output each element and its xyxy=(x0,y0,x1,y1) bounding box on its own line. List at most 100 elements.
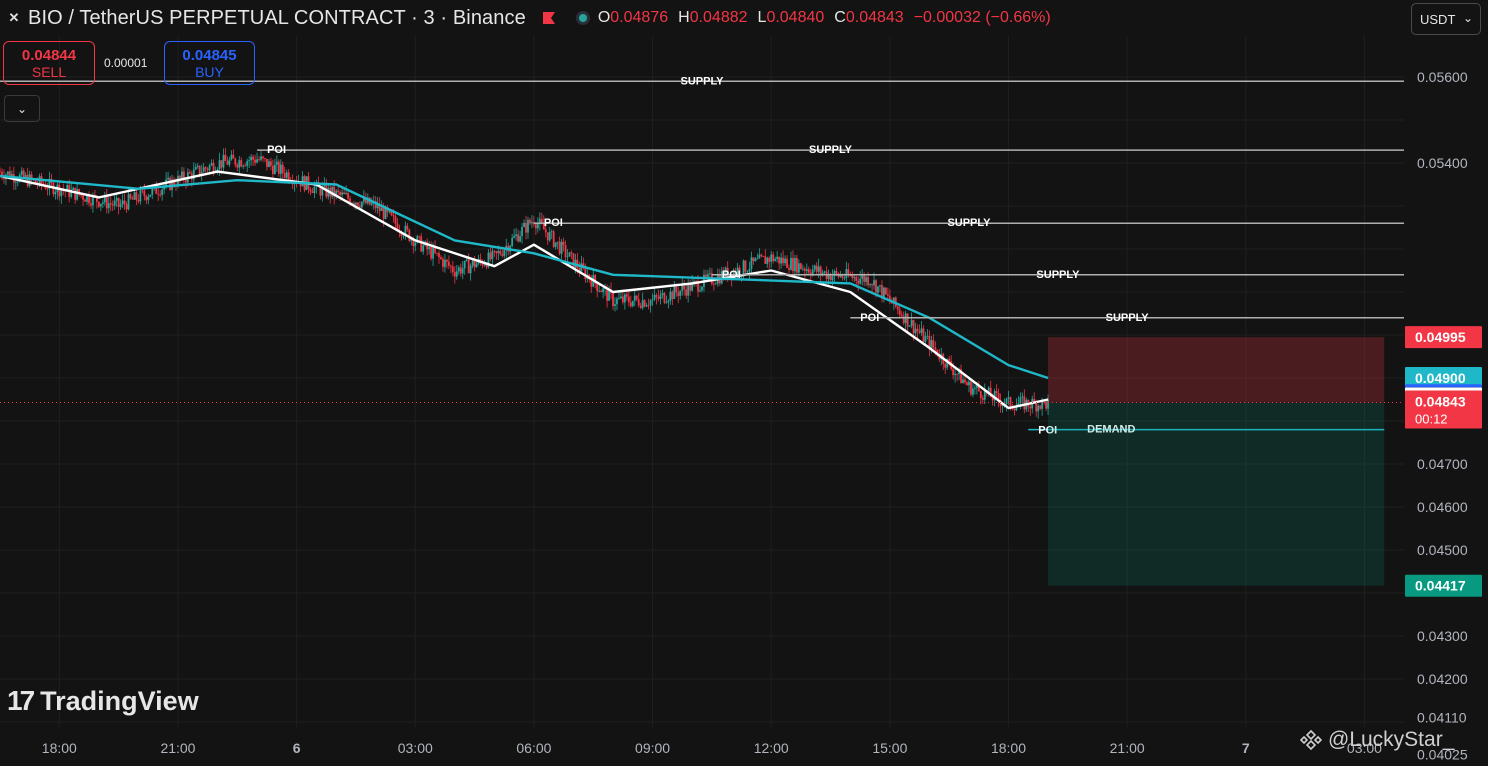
candle-body xyxy=(22,170,25,178)
tradingview-logo[interactable]: 17 TradingView xyxy=(7,685,199,717)
candle-body xyxy=(797,263,800,273)
candle-body xyxy=(655,294,658,297)
candle-body xyxy=(673,286,676,299)
candle-body xyxy=(926,335,929,337)
candle-body xyxy=(90,203,92,206)
candle-body xyxy=(457,267,460,272)
candle-body xyxy=(799,263,802,270)
candle-body xyxy=(790,257,792,270)
candle-body xyxy=(99,203,102,207)
candle-body xyxy=(343,192,345,195)
candle-body xyxy=(418,236,421,238)
symbol-title[interactable]: BIO / TetherUS PERPETUAL CONTRACT · 3 · … xyxy=(28,7,526,30)
candle-body xyxy=(970,381,972,395)
candle-body xyxy=(663,293,666,303)
candle-body xyxy=(548,232,551,241)
candle-body xyxy=(256,159,258,163)
candle-body xyxy=(341,192,344,195)
candle-body xyxy=(179,175,181,179)
sell-button[interactable]: 0.04844 SELL xyxy=(3,41,95,85)
candle-body xyxy=(117,198,120,207)
candle-body xyxy=(244,165,247,167)
supply-label: SUPPLY xyxy=(809,144,853,156)
candle-body xyxy=(758,254,761,259)
candle-body xyxy=(709,273,711,275)
candle-body xyxy=(916,328,919,331)
candle-body xyxy=(475,263,478,268)
candle-body xyxy=(147,196,150,201)
currency-select[interactable]: USDT ⌄ xyxy=(1411,3,1481,35)
candle-body xyxy=(184,180,187,183)
price-label-text: 0.04900 xyxy=(1415,370,1466,386)
candle-body xyxy=(685,289,688,296)
candle-body xyxy=(801,268,804,270)
supply-label: SUPPLY xyxy=(1106,312,1150,324)
candle-body xyxy=(623,294,626,303)
candle-body xyxy=(529,219,531,224)
candle-body xyxy=(238,160,241,168)
candle-body xyxy=(493,250,496,252)
countdown-text: 00:12 xyxy=(1415,412,1448,427)
candle-body xyxy=(311,191,314,193)
candle-body xyxy=(665,302,668,304)
candle-body xyxy=(932,340,935,348)
candle-body xyxy=(863,275,866,282)
collapse-legend-button[interactable]: ⌄ xyxy=(4,95,40,122)
candle-body xyxy=(347,193,349,199)
candle-body xyxy=(768,257,771,262)
candle-body xyxy=(699,290,701,292)
candle-body xyxy=(865,277,868,282)
candle-body xyxy=(511,237,514,246)
candle-body xyxy=(707,274,709,278)
candle-body xyxy=(283,173,286,178)
candle-body xyxy=(744,260,747,272)
price-tick-label: 0.04500 xyxy=(1417,542,1468,558)
candle-body xyxy=(101,202,104,204)
candle-body xyxy=(285,172,288,178)
candle-body xyxy=(546,232,549,241)
candle-body xyxy=(1039,405,1042,409)
time-tick-label: 09:00 xyxy=(635,740,670,756)
price-label-text: 0.04417 xyxy=(1415,578,1466,594)
buy-button[interactable]: 0.04845 BUY xyxy=(164,41,255,85)
candle-body xyxy=(531,221,533,224)
candle-body xyxy=(279,164,282,174)
candle-body xyxy=(370,202,373,205)
candle-body xyxy=(408,229,411,241)
candle-body xyxy=(952,368,955,376)
candle-body xyxy=(519,236,521,242)
candle-body xyxy=(135,192,138,200)
candle-body xyxy=(780,257,782,264)
candle-body xyxy=(161,189,164,196)
candle-body xyxy=(268,161,270,167)
candle-body xyxy=(796,258,798,273)
flag-icon[interactable] xyxy=(542,11,556,25)
candle-body xyxy=(861,275,864,279)
candle-body xyxy=(875,280,877,293)
candle-body xyxy=(467,259,470,274)
candle-body xyxy=(402,235,405,237)
candle-body xyxy=(995,391,998,394)
time-tick-label: 06:00 xyxy=(516,740,551,756)
candle-body xyxy=(762,256,765,257)
candle-body xyxy=(788,267,790,270)
candle-body xyxy=(912,320,915,334)
time-tick-label: 21:00 xyxy=(1110,740,1145,756)
time-tick-label: 21:00 xyxy=(160,740,195,756)
candle-body xyxy=(766,257,769,264)
price-tick-label: 0.05400 xyxy=(1417,155,1468,171)
candle-body xyxy=(873,280,875,286)
candle-body xyxy=(210,163,213,166)
time-tick-label: 6 xyxy=(293,740,301,756)
sell-label: SELL xyxy=(31,63,67,80)
candle-body xyxy=(388,211,391,213)
candle-body xyxy=(277,161,280,174)
candle-body xyxy=(157,193,160,195)
candle-body xyxy=(831,276,834,281)
price-chart[interactable]: SUPPLY SUPPLY POI SUPPLY POI SUPPLY POI SUPPLY P… xyxy=(0,0,1488,766)
candle-body xyxy=(414,242,417,247)
candle-body xyxy=(819,266,822,274)
close-icon[interactable]: ✕ xyxy=(6,10,22,26)
candle-body xyxy=(756,258,759,260)
candle-body xyxy=(807,269,810,273)
